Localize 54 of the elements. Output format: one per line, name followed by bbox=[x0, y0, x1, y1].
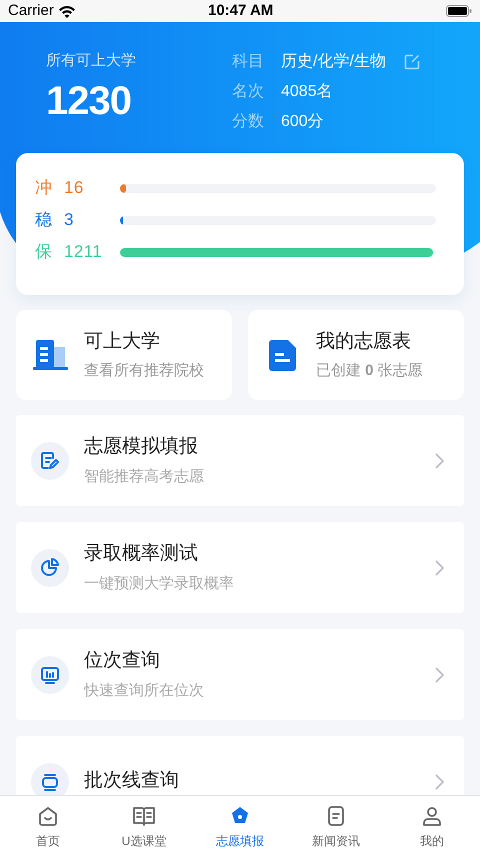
pie-chart-icon bbox=[31, 548, 69, 586]
feature-title: 志愿模拟填报 bbox=[84, 434, 199, 458]
level-label: 稳 bbox=[35, 209, 53, 232]
tab-item[interactable]: 首页 bbox=[0, 796, 96, 853]
book-icon bbox=[132, 804, 156, 828]
level-count: 1211 bbox=[64, 241, 104, 264]
wifi-icon bbox=[58, 4, 76, 18]
info-value: 历史/化学/生物 bbox=[281, 52, 386, 72]
university-count: 1230 bbox=[46, 78, 132, 124]
feature-subtitle: 智能推荐高考志愿 bbox=[84, 467, 205, 487]
feature-card[interactable]: 批次线查询 bbox=[16, 736, 464, 795]
card-title: 可上大学 bbox=[84, 330, 161, 354]
chevron-right-icon bbox=[435, 560, 444, 576]
building-icon bbox=[32, 339, 68, 371]
edit-icon[interactable] bbox=[404, 54, 420, 70]
feature-subtitle: 快速查询所在位次 bbox=[84, 681, 205, 701]
shortcut-card[interactable]: 我的志愿表 已创建 0 张志愿 bbox=[248, 310, 464, 400]
card-subtitle: 查看所有推荐院校 bbox=[84, 360, 204, 380]
clock-time: 10:47 AM bbox=[208, 0, 274, 21]
shortcut-card[interactable]: 可上大学 查看所有推荐院校 bbox=[16, 310, 232, 400]
home-icon bbox=[36, 804, 60, 828]
info-label: 名次 bbox=[232, 82, 265, 102]
info-value: 600分 bbox=[281, 112, 324, 132]
tab-item[interactable]: 新闻资讯 bbox=[288, 796, 384, 853]
level-count: 16 bbox=[64, 177, 85, 200]
info-label: 分数 bbox=[232, 112, 265, 132]
battery-icon bbox=[446, 5, 472, 17]
tray-icon bbox=[31, 762, 69, 795]
card-title: 我的志愿表 bbox=[316, 330, 412, 354]
feature-title: 位次查询 bbox=[84, 648, 161, 672]
tab-item[interactable]: U选课堂 bbox=[96, 796, 192, 853]
document-icon bbox=[268, 340, 296, 370]
tab-item[interactable]: 志愿填报 bbox=[192, 796, 288, 853]
chevron-right-icon bbox=[435, 452, 444, 468]
feature-subtitle: 一键预测大学录取概率 bbox=[84, 574, 235, 594]
carrier-name: Carrier bbox=[8, 0, 54, 21]
chevron-right-icon bbox=[435, 774, 444, 790]
feature-title: 录取概率测试 bbox=[84, 542, 199, 566]
chevron-right-icon bbox=[435, 666, 444, 682]
header-label: 所有可上大学 bbox=[46, 51, 137, 71]
info-value: 4085名 bbox=[281, 82, 333, 102]
edit-icon bbox=[31, 442, 69, 480]
monitor-icon bbox=[31, 656, 69, 694]
tab-item[interactable]: 我的 bbox=[384, 796, 480, 853]
feature-card[interactable]: 录取概率测试 一键预测大学录取概率 bbox=[16, 522, 464, 613]
level-label: 冲 bbox=[35, 177, 53, 200]
card-subtitle: 已创建 0 张志愿 bbox=[316, 360, 423, 380]
level-label: 保 bbox=[35, 241, 53, 264]
user-icon bbox=[420, 804, 444, 828]
feature-card[interactable]: 志愿模拟填报 智能推荐高考志愿 bbox=[16, 415, 464, 506]
level-count: 3 bbox=[64, 209, 75, 232]
info-label: 科目 bbox=[232, 52, 265, 72]
feature-card[interactable]: 位次查询 快速查询所在位次 bbox=[16, 629, 464, 720]
feature-title: 批次线查询 bbox=[84, 769, 180, 794]
